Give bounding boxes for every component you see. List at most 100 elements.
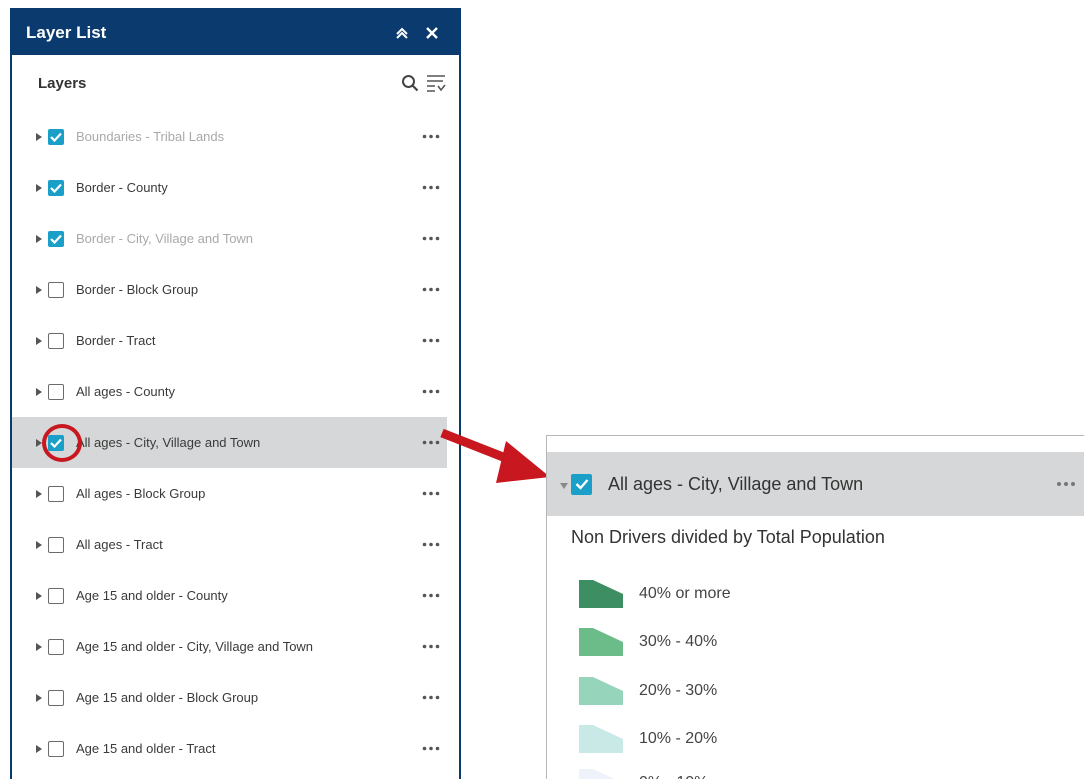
layer-row[interactable]: Boundaries - Tribal Lands	[12, 111, 459, 162]
zoomed-layer-label: All ages - City, Village and Town	[608, 473, 864, 494]
checkmark-icon	[50, 183, 62, 193]
caret-right-icon[interactable]	[34, 433, 44, 453]
layer-label: Age 15 and older - Block Group	[76, 690, 259, 705]
layer-checkbox[interactable]	[48, 740, 64, 757]
legend-swatch	[579, 725, 623, 753]
legend-title: Non Drivers divided by Total Population	[571, 527, 885, 547]
layer-checkbox[interactable]	[48, 332, 64, 349]
filter-list-icon[interactable]	[423, 70, 449, 96]
layer-row[interactable]: Age 15 and older - City, Village and Tow…	[12, 621, 459, 672]
layer-row[interactable]: All ages - County	[12, 366, 459, 417]
checkmark-icon	[50, 234, 62, 244]
layer-checkbox[interactable]	[48, 383, 64, 400]
layer-checkbox[interactable]	[48, 230, 64, 247]
panel-title: Layer List	[26, 22, 107, 42]
layer-label: Border - Block Group	[76, 282, 199, 297]
more-options-icon[interactable]	[417, 535, 445, 555]
zoomed-layer-row[interactable]: All ages - City, Village and Town	[547, 452, 1084, 516]
layer-row[interactable]: Age 15 and older - Tract	[12, 723, 459, 774]
layer-row[interactable]: All ages - Tract	[12, 519, 459, 570]
layer-label: All ages - Block Group	[76, 486, 206, 501]
layer-label: Age 15 and older - County	[76, 588, 228, 603]
layer-row[interactable]: Age 15 and older - County	[12, 570, 459, 621]
layer-checkbox[interactable]	[48, 485, 64, 502]
more-options-icon[interactable]	[417, 382, 445, 402]
legend-label: 10% - 20%	[639, 730, 718, 747]
legend-item: 40% or more	[579, 579, 731, 609]
layer-label: Border - City, Village and Town	[76, 231, 254, 246]
layer-list-panel: Layer List Layers Boundaries - Tribal La…	[10, 8, 461, 779]
layer-row[interactable]: All ages - Block Group	[12, 468, 459, 519]
legend-swatch	[579, 628, 623, 656]
layer-label: Age 15 and older - City, Village and Tow…	[76, 639, 314, 654]
caret-right-icon[interactable]	[34, 484, 44, 504]
more-options-icon[interactable]	[417, 739, 445, 759]
more-options-icon[interactable]	[417, 331, 445, 351]
layer-row[interactable]: Border - City, Village and Town	[12, 213, 459, 264]
double-chevron-up-icon[interactable]	[387, 18, 417, 48]
more-options-icon[interactable]	[417, 178, 445, 198]
caret-right-icon[interactable]	[34, 535, 44, 555]
more-options-icon[interactable]	[417, 586, 445, 606]
layer-label: All ages - Tract	[76, 537, 163, 552]
layer-checkbox[interactable]	[48, 179, 64, 196]
legend-label: 0% - 10%	[639, 774, 708, 779]
more-options-icon[interactable]	[417, 229, 445, 249]
layer-checkbox[interactable]	[48, 638, 64, 655]
legend-item: 20% - 30%	[579, 676, 717, 706]
more-options-icon[interactable]	[417, 637, 445, 657]
legend-swatch	[579, 769, 615, 779]
caret-right-icon[interactable]	[34, 178, 44, 198]
caret-down-icon[interactable]	[559, 481, 569, 491]
caret-right-icon[interactable]	[34, 586, 44, 606]
legend-item: 0% - 10%	[579, 768, 708, 779]
layer-label: Border - County	[76, 180, 168, 195]
zoomed-layer-checkbox[interactable]	[571, 473, 592, 495]
caret-right-icon[interactable]	[34, 229, 44, 249]
layer-label: Border - Tract	[76, 333, 156, 348]
layer-label: Boundaries - Tribal Lands	[76, 129, 225, 144]
caret-right-icon[interactable]	[34, 280, 44, 300]
checkmark-icon	[50, 132, 62, 142]
legend-label: 20% - 30%	[639, 682, 718, 699]
more-options-icon[interactable]	[417, 127, 445, 147]
layer-checkbox[interactable]	[48, 434, 64, 451]
caret-right-icon[interactable]	[34, 739, 44, 759]
legend-label: 40% or more	[639, 585, 731, 602]
layer-label: Age 15 and older - Tract	[76, 741, 216, 756]
layer-checkbox[interactable]	[48, 281, 64, 298]
zoomed-layer-detail: All ages - City, Village and Town Non Dr…	[546, 435, 1084, 779]
layers-toolbar: Layers	[12, 55, 459, 111]
caret-right-icon[interactable]	[34, 688, 44, 708]
caret-right-icon[interactable]	[34, 331, 44, 351]
layer-row[interactable]: Border - Tract	[12, 315, 459, 366]
search-icon[interactable]	[397, 70, 423, 96]
layer-row[interactable]: Border - Block Group	[12, 264, 459, 315]
layer-list: Boundaries - Tribal Lands Border - County…	[12, 111, 459, 774]
checkmark-icon	[50, 438, 62, 448]
checkmark-icon	[575, 479, 588, 490]
legend-swatch	[579, 580, 623, 608]
layer-checkbox[interactable]	[48, 689, 64, 706]
layer-row[interactable]: Border - County	[12, 162, 459, 213]
more-options-icon[interactable]	[1048, 474, 1084, 494]
close-icon[interactable]	[417, 18, 447, 48]
layer-checkbox[interactable]	[48, 128, 64, 145]
more-options-icon[interactable]	[417, 688, 445, 708]
legend-item: 30% - 40%	[579, 627, 717, 657]
layer-checkbox[interactable]	[48, 587, 64, 604]
caret-right-icon[interactable]	[34, 127, 44, 147]
panel-header: Layer List	[12, 10, 459, 55]
more-options-icon[interactable]	[417, 280, 445, 300]
caret-right-icon[interactable]	[34, 637, 44, 657]
layer-row[interactable]: All ages - City, Village and Town	[12, 417, 447, 468]
layer-label: All ages - City, Village and Town	[76, 435, 261, 450]
layers-title: Layers	[38, 74, 87, 92]
layer-checkbox[interactable]	[48, 536, 64, 553]
red-arrow-icon	[440, 428, 550, 483]
legend-item: 10% - 20%	[579, 724, 717, 754]
caret-right-icon[interactable]	[34, 382, 44, 402]
legend-label: 30% - 40%	[639, 633, 718, 650]
legend-swatch	[579, 677, 623, 705]
layer-row[interactable]: Age 15 and older - Block Group	[12, 672, 459, 723]
